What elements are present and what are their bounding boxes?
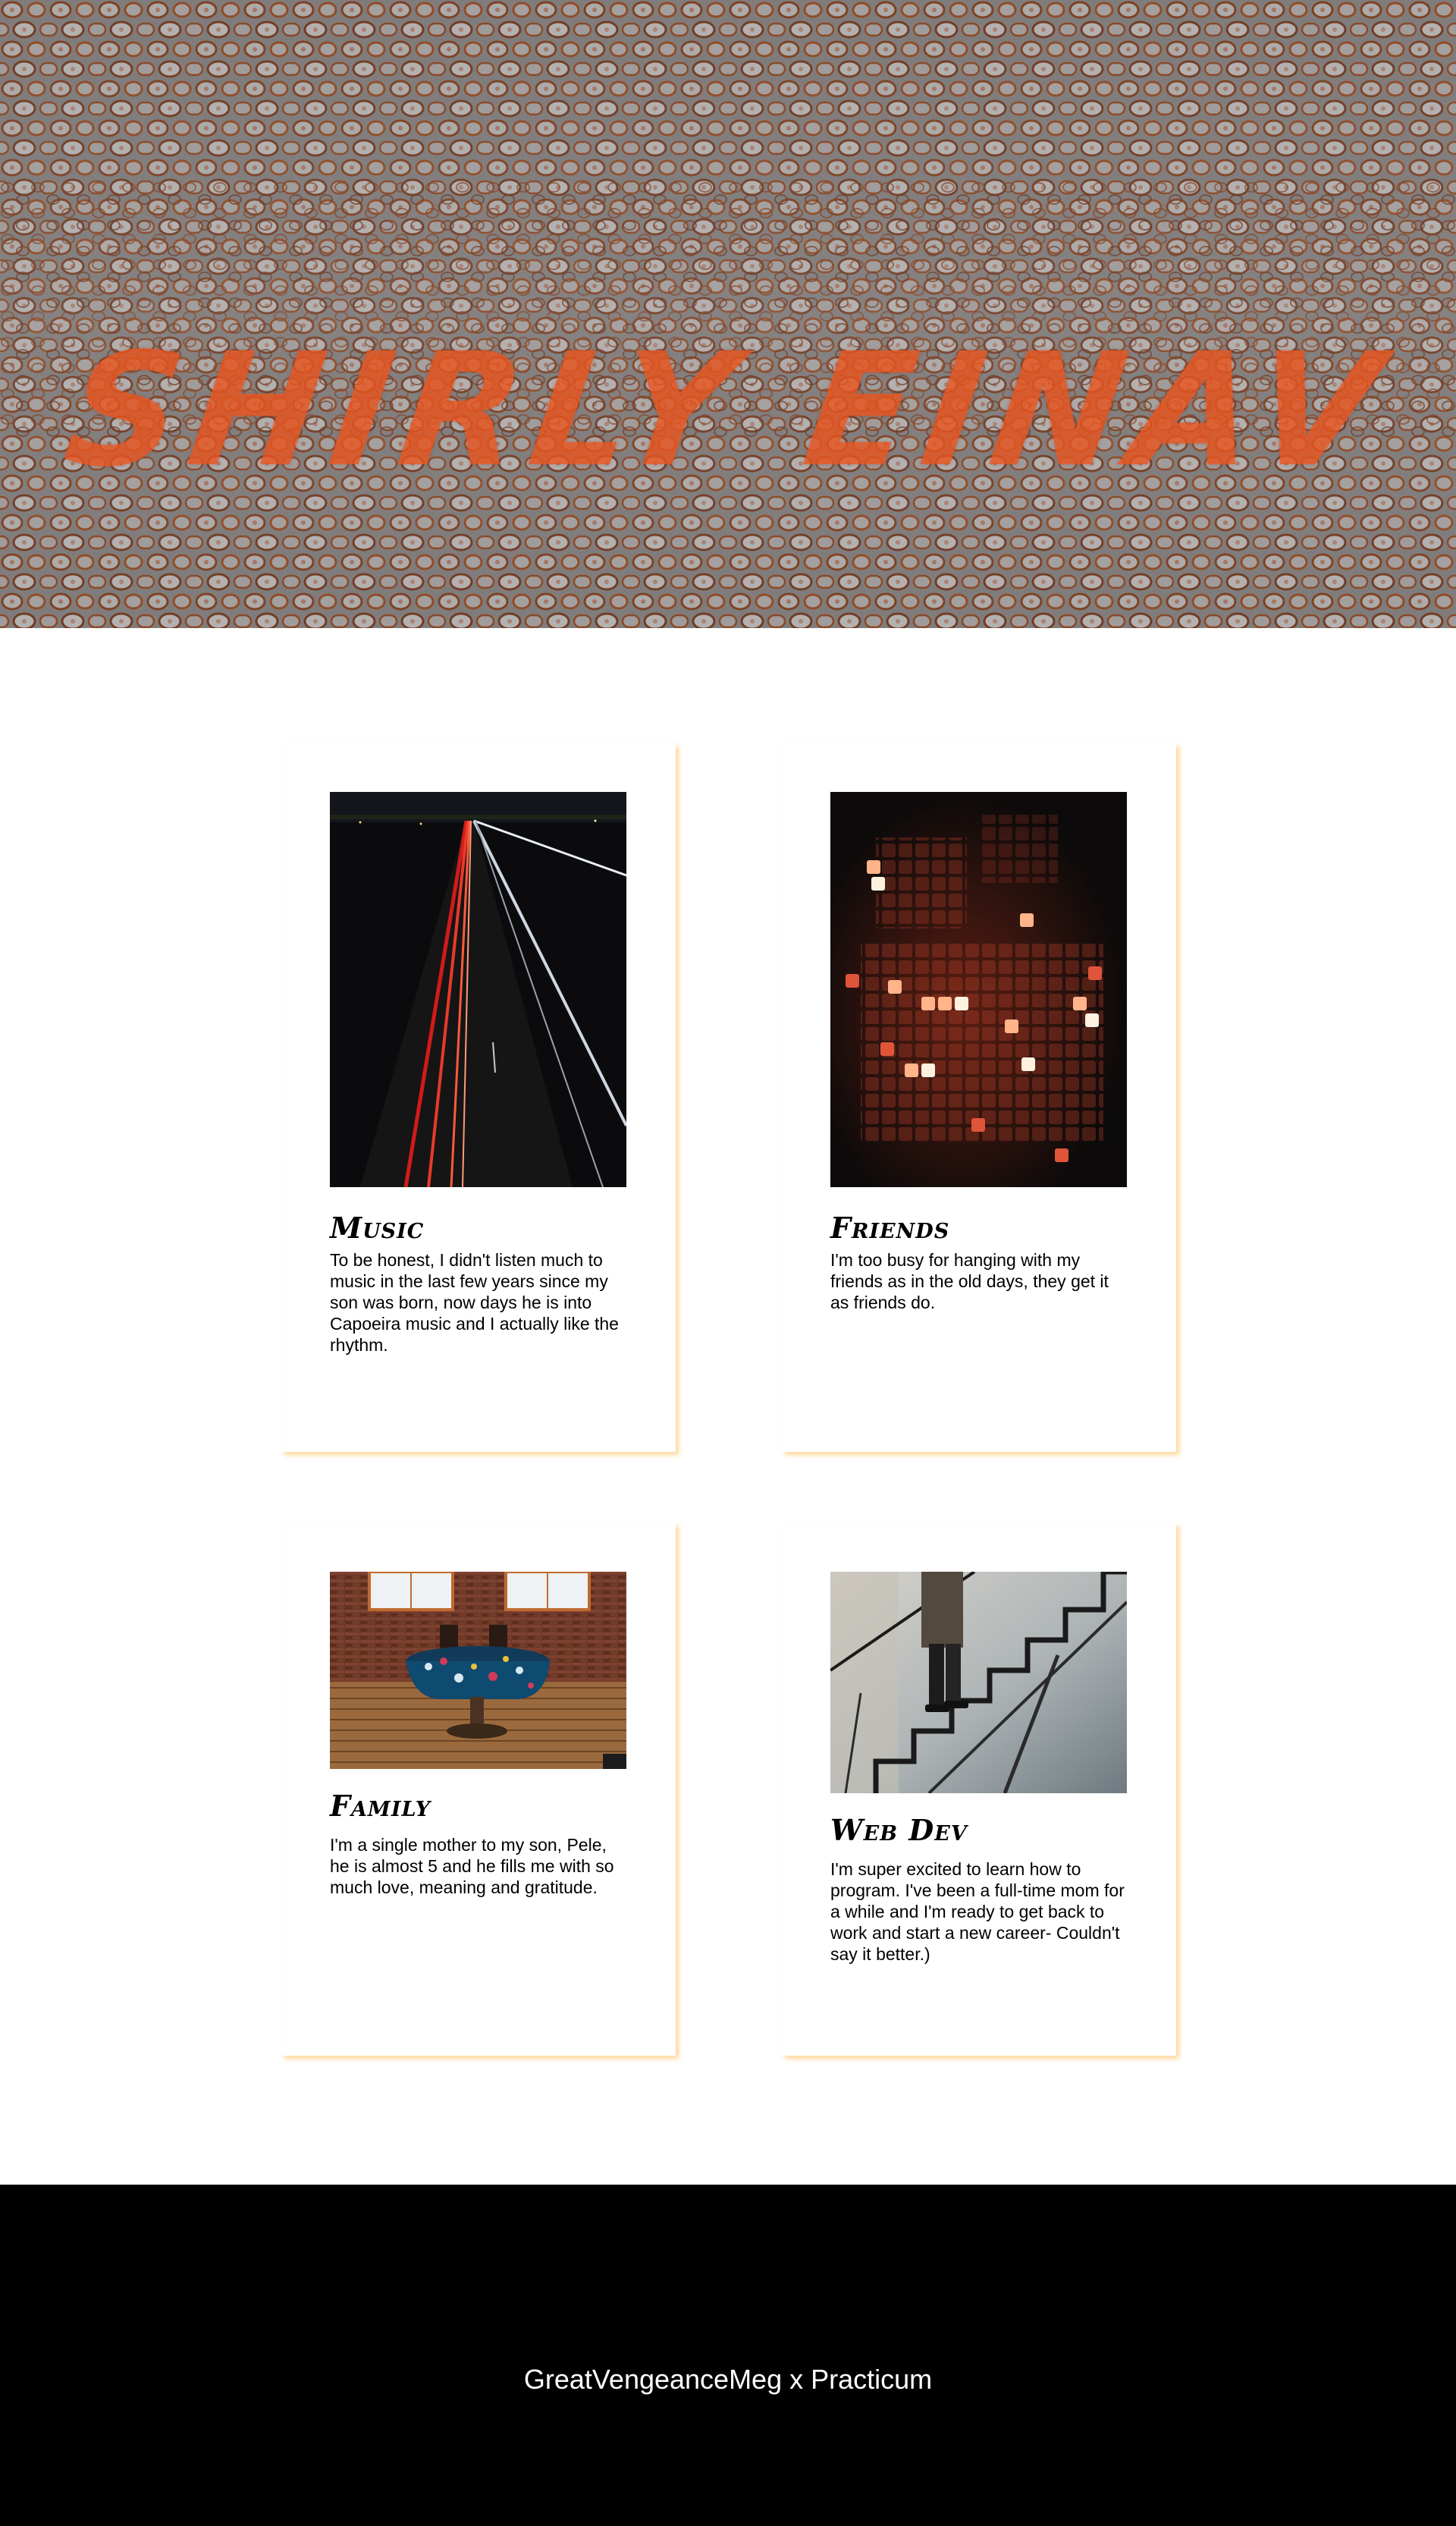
card-web-dev-image: [830, 1572, 1127, 1793]
card-family-title: Family: [330, 1789, 431, 1823]
card-web-dev: Web Dev I'm super excited to learn how t…: [782, 1523, 1176, 2056]
card-family: Family I'm a single mother to my son, Pe…: [281, 1523, 676, 2056]
card-family-image: [330, 1572, 626, 1769]
hero-banner: SHIRLY EINAV: [0, 0, 1456, 628]
card-friends-text: I'm too busy for hanging with my friends…: [830, 1250, 1109, 1312]
card-friends-title: Friends: [830, 1211, 950, 1245]
hero-background-pattern: [0, 0, 1456, 628]
footer-credit: GreatVengeanceMeg x Practicum: [523, 2364, 933, 2395]
card-music-title: Music: [330, 1211, 425, 1245]
card-music-image: [330, 792, 626, 1187]
footer: GreatVengeanceMeg x Practicum: [0, 2185, 1456, 2526]
cards-grid: Music To be honest, I didn't listen much…: [0, 628, 1456, 2185]
card-music-text: To be honest, I didn't listen much to mu…: [330, 1250, 619, 1355]
card-family-text: I'm a single mother to my son, Pele, he …: [330, 1835, 614, 1897]
card-web-dev-title: Web Dev: [830, 1813, 968, 1847]
card-friends-image: [830, 792, 1127, 1187]
hero-title: SHIRLY EINAV: [55, 319, 1401, 502]
card-friends: Friends I'm too busy for hanging with my…: [782, 743, 1176, 1452]
card-web-dev-text: I'm super excited to learn how to progra…: [830, 1859, 1125, 1964]
card-music: Music To be honest, I didn't listen much…: [281, 743, 676, 1452]
